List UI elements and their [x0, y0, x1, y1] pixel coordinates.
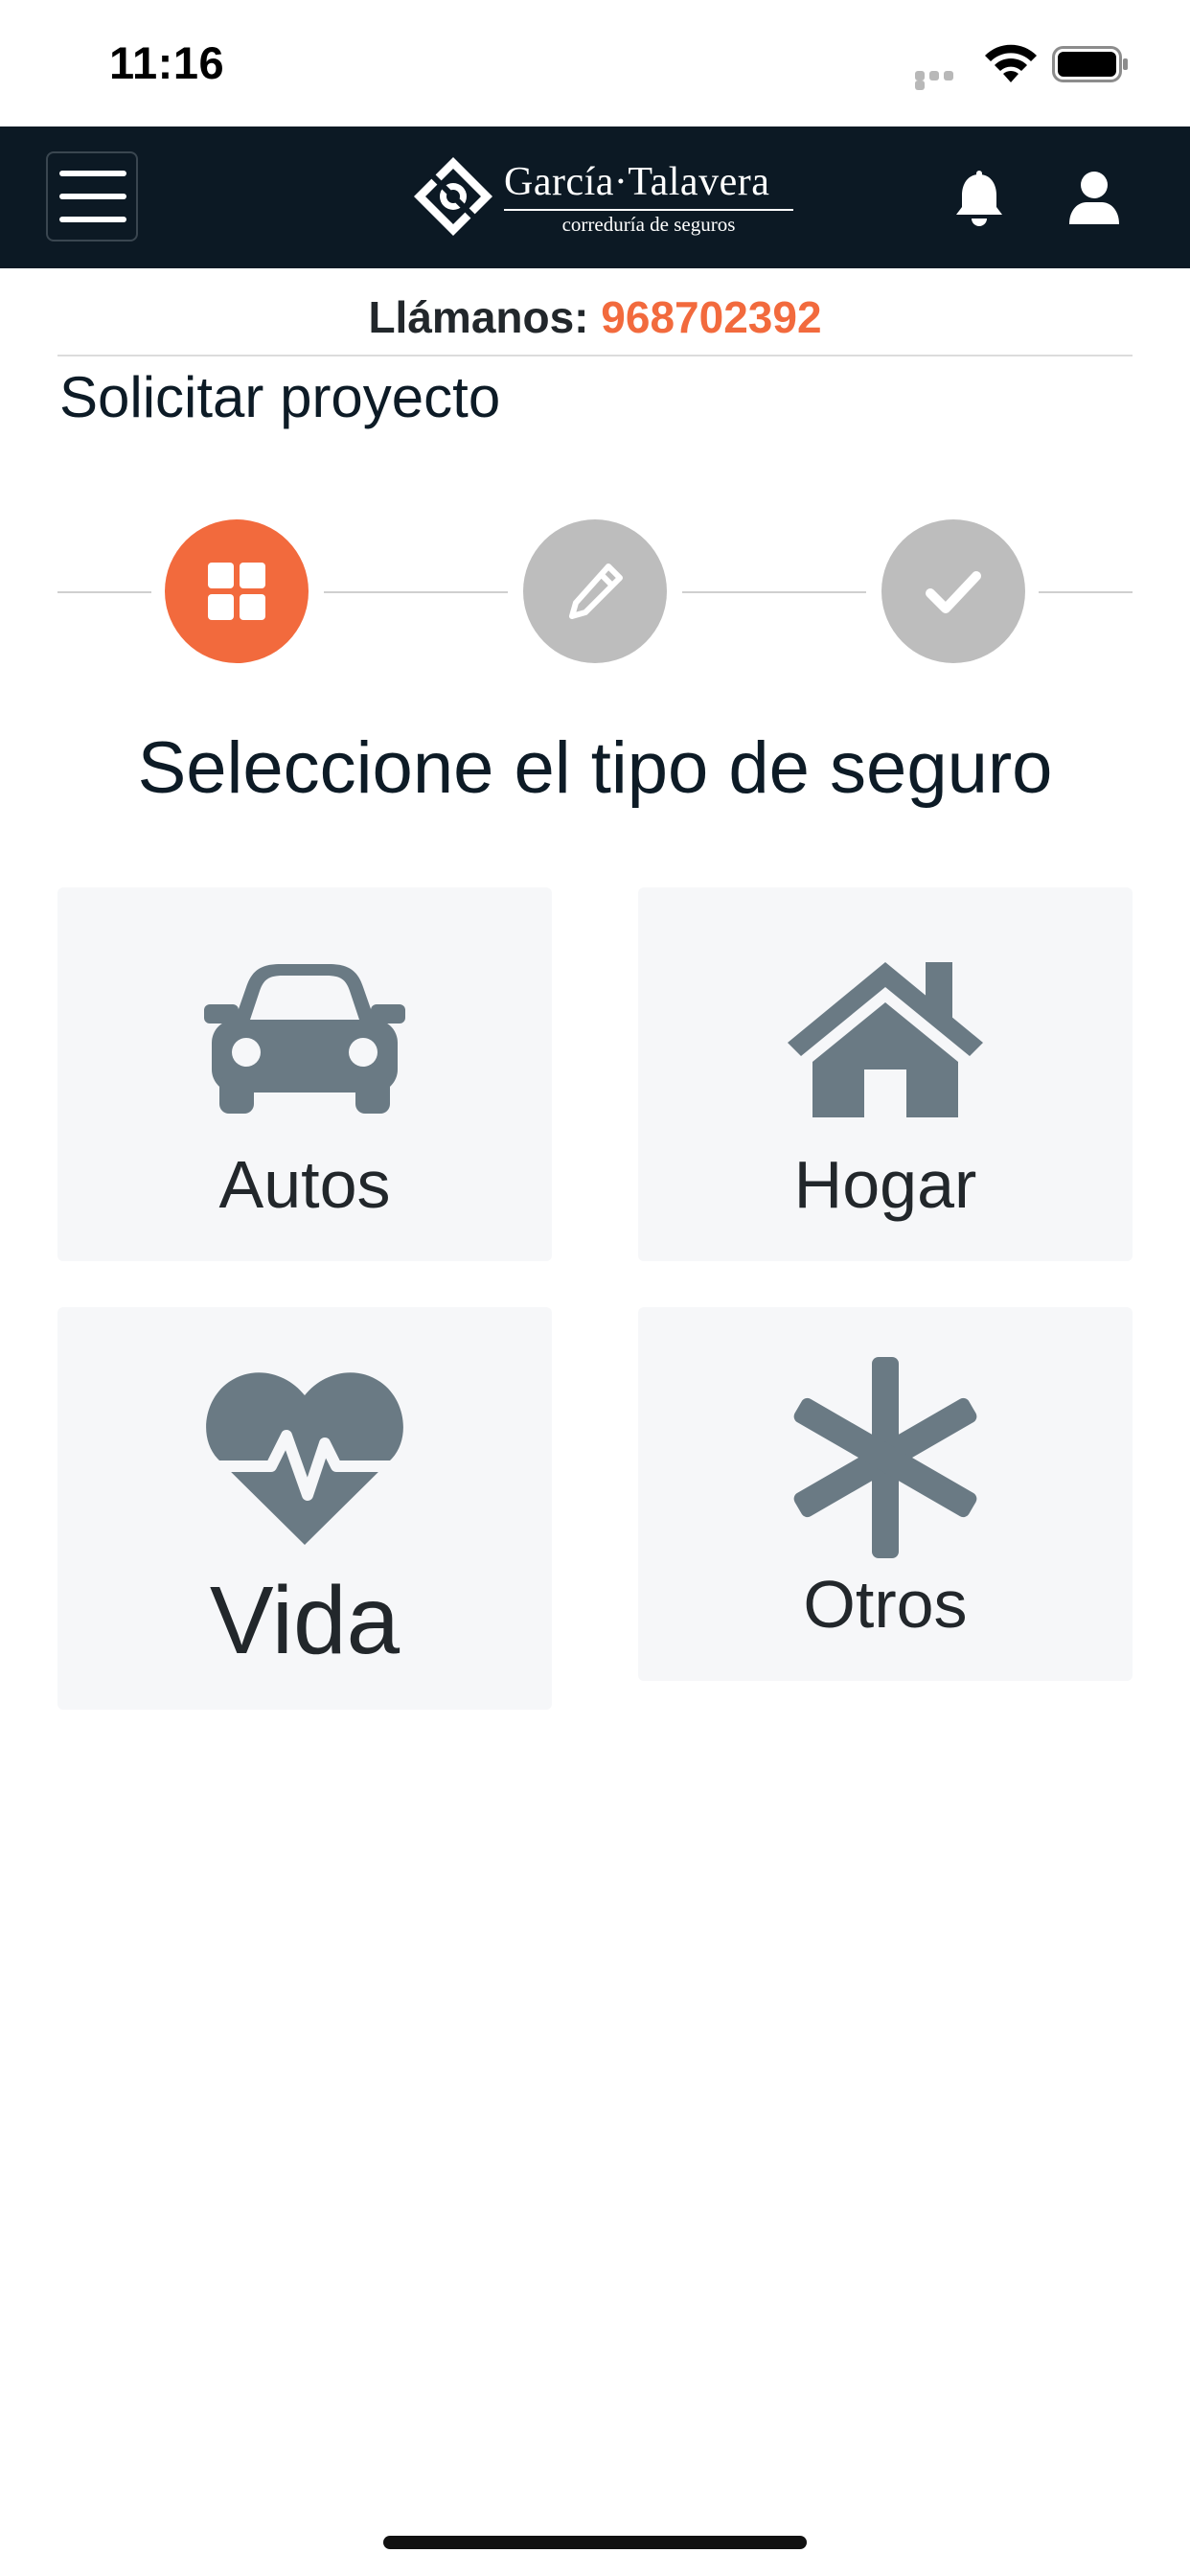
insurance-label: Autos — [218, 1147, 391, 1222]
navbar: García·Talavera correduría de seguros — [0, 126, 1190, 268]
car-icon — [204, 964, 405, 1114]
grid-icon — [208, 563, 265, 620]
menu-icon — [59, 171, 126, 176]
heartbeat-icon — [204, 1372, 405, 1545]
stepper — [0, 518, 1190, 667]
insurance-label: Hogar — [793, 1147, 977, 1222]
insurance-card-vida[interactable]: Vida — [57, 1307, 552, 1710]
menu-button[interactable] — [46, 151, 138, 242]
logo-tagline: correduría de seguros — [561, 213, 736, 236]
page-title: Solicitar proyecto — [59, 365, 501, 429]
house-icon — [788, 962, 983, 1117]
logo-rule — [504, 209, 793, 211]
status-bar: 11:16 — [0, 0, 1190, 126]
cellular-signal-icon — [915, 71, 971, 90]
logo[interactable]: García·Talavera correduría de seguros — [412, 153, 795, 242]
battery-icon — [1052, 46, 1128, 82]
step-confirm[interactable] — [881, 519, 1025, 663]
asterisk-icon — [793, 1357, 977, 1558]
select-type-heading: Seleccione el tipo de seguro — [137, 727, 1053, 809]
pencil-icon — [569, 564, 623, 619]
call-label: Llámanos: — [368, 292, 602, 342]
step-details[interactable] — [523, 519, 667, 663]
insurance-label: Otros — [803, 1567, 968, 1642]
insurance-card-hogar[interactable]: Hogar — [638, 887, 1133, 1261]
divider — [57, 355, 1133, 356]
status-time: 11:16 — [109, 37, 225, 88]
insurance-card-otros[interactable]: Otros — [638, 1307, 1133, 1681]
insurance-label: Vida — [209, 1567, 400, 1674]
step-select-type[interactable] — [165, 519, 309, 663]
call-line: Llámanos: 968702392 — [0, 291, 1190, 343]
user-icon[interactable] — [1067, 171, 1121, 226]
phone-number-link[interactable]: 968702392 — [601, 292, 821, 342]
check-icon — [926, 571, 981, 613]
logo-mark-icon — [414, 157, 492, 236]
logo-name: García·Talavera — [504, 160, 770, 204]
wifi-icon — [985, 44, 1037, 82]
bell-icon[interactable] — [952, 171, 1006, 228]
insurance-card-autos[interactable]: Autos — [57, 887, 552, 1261]
home-indicator[interactable] — [383, 2536, 807, 2549]
